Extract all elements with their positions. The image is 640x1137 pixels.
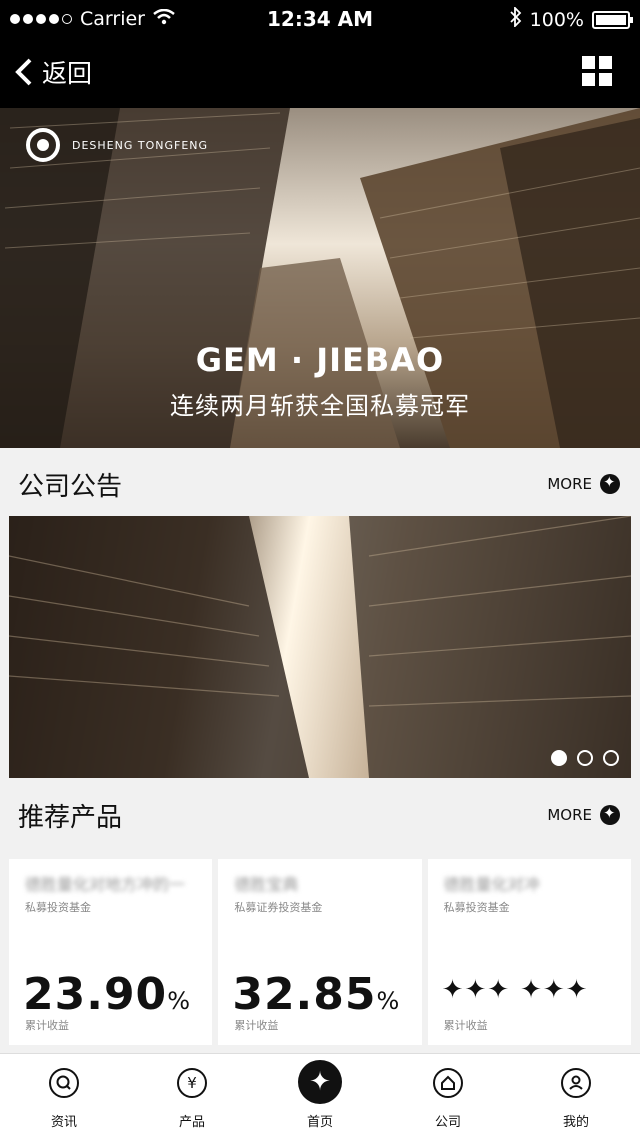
product-return-label: 累计收益 bbox=[25, 1019, 69, 1032]
product-name: 德胜量化对冲 bbox=[443, 875, 540, 894]
product-return: 32.85% bbox=[232, 969, 401, 1020]
product-type: 私募证券投资基金 bbox=[234, 901, 323, 914]
brand-logo-icon bbox=[26, 128, 60, 162]
tab-label: 产品 bbox=[178, 1115, 205, 1130]
user-icon bbox=[561, 1068, 591, 1098]
tab-news[interactable]: 资讯 bbox=[0, 1054, 128, 1137]
pager-dot[interactable] bbox=[551, 750, 567, 766]
hero-title: GEM · JIEBAO bbox=[195, 341, 445, 379]
tab-label: 我的 bbox=[562, 1115, 589, 1130]
product-return-label: 累计收益 bbox=[234, 1019, 279, 1032]
brand-name: DESHENG TONGFENG bbox=[72, 138, 209, 152]
home-logo-icon: ✦ bbox=[298, 1060, 342, 1104]
tab-label: 公司 bbox=[434, 1115, 461, 1130]
hero-subtitle: 连续两月斩获全国私募冠军 bbox=[170, 392, 470, 420]
tab-products[interactable]: ¥ 产品 bbox=[128, 1054, 256, 1137]
tab-company[interactable]: 公司 bbox=[384, 1054, 512, 1137]
nav-bar: 返回 bbox=[0, 40, 640, 108]
battery-info: 100% bbox=[510, 5, 633, 32]
pager-dot[interactable] bbox=[577, 750, 593, 766]
tab-label: 资讯 bbox=[50, 1115, 77, 1130]
section-title-announcements: 公司公告 bbox=[18, 472, 123, 502]
battery-percent: 100% bbox=[529, 8, 584, 31]
status-bar: Carrier 12:34 AM 100% bbox=[0, 0, 640, 40]
product-return-label: 累计收益 bbox=[443, 1019, 488, 1032]
building-image bbox=[9, 516, 631, 778]
announcements-header: 公司公告 MORE bbox=[0, 452, 640, 512]
bluetooth-icon bbox=[510, 5, 522, 32]
hero-banner[interactable]: DESHENG TONGFENG GEM · JIEBAO 连续两月斩获全国私募… bbox=[0, 108, 640, 448]
tab-home[interactable]: ✦ 首页 bbox=[256, 1054, 384, 1137]
compass-icon bbox=[600, 473, 620, 494]
product-return-hidden: ✦✦✦ ✦✦✦ bbox=[441, 975, 589, 1005]
house-icon bbox=[433, 1068, 463, 1098]
brand-mark: DESHENG TONGFENG bbox=[26, 128, 208, 162]
product-return: 23.90% bbox=[23, 969, 191, 1020]
tab-label: 首页 bbox=[306, 1115, 333, 1130]
products-more-button[interactable]: MORE bbox=[547, 804, 620, 825]
product-name: 德胜宝典 bbox=[234, 875, 299, 894]
more-label: MORE bbox=[547, 806, 592, 824]
product-type: 私募投资基金 bbox=[443, 901, 510, 914]
pager-dot[interactable] bbox=[603, 750, 619, 766]
battery-icon bbox=[592, 10, 633, 29]
search-icon bbox=[49, 1068, 79, 1098]
compass-icon bbox=[600, 804, 620, 825]
carousel-pager bbox=[551, 750, 619, 766]
product-card[interactable]: 德胜量化对冲 私募投资基金 ✦✦✦ ✦✦✦ 累计收益 bbox=[427, 859, 631, 1045]
back-label: 返回 bbox=[42, 59, 93, 88]
product-type: 私募投资基金 bbox=[25, 901, 91, 914]
announcement-carousel[interactable] bbox=[9, 516, 631, 778]
back-button[interactable]: 返回 bbox=[14, 54, 92, 90]
yen-icon: ¥ bbox=[177, 1068, 207, 1098]
announcements-more-button[interactable]: MORE bbox=[547, 473, 620, 494]
grid-menu-icon[interactable] bbox=[582, 56, 612, 86]
tab-me[interactable]: 我的 bbox=[512, 1054, 640, 1137]
product-list: 德胜量化对地方冲的一 私募投资基金 23.90% 累计收益 德胜宝典 私募证券投… bbox=[9, 859, 631, 1045]
products-header: 推荐产品 MORE bbox=[0, 783, 640, 843]
product-card[interactable]: 德胜宝典 私募证券投资基金 32.85% 累计收益 bbox=[218, 859, 422, 1045]
more-label: MORE bbox=[547, 475, 592, 493]
section-title-products: 推荐产品 bbox=[18, 803, 123, 833]
product-name: 德胜量化对地方冲的一 bbox=[25, 875, 186, 894]
product-card[interactable]: 德胜量化对地方冲的一 私募投资基金 23.90% 累计收益 bbox=[9, 859, 213, 1045]
tab-bar: 资讯 ¥ 产品 ✦ 首页 公司 我的 bbox=[0, 1053, 640, 1137]
chevron-left-icon bbox=[15, 58, 32, 86]
